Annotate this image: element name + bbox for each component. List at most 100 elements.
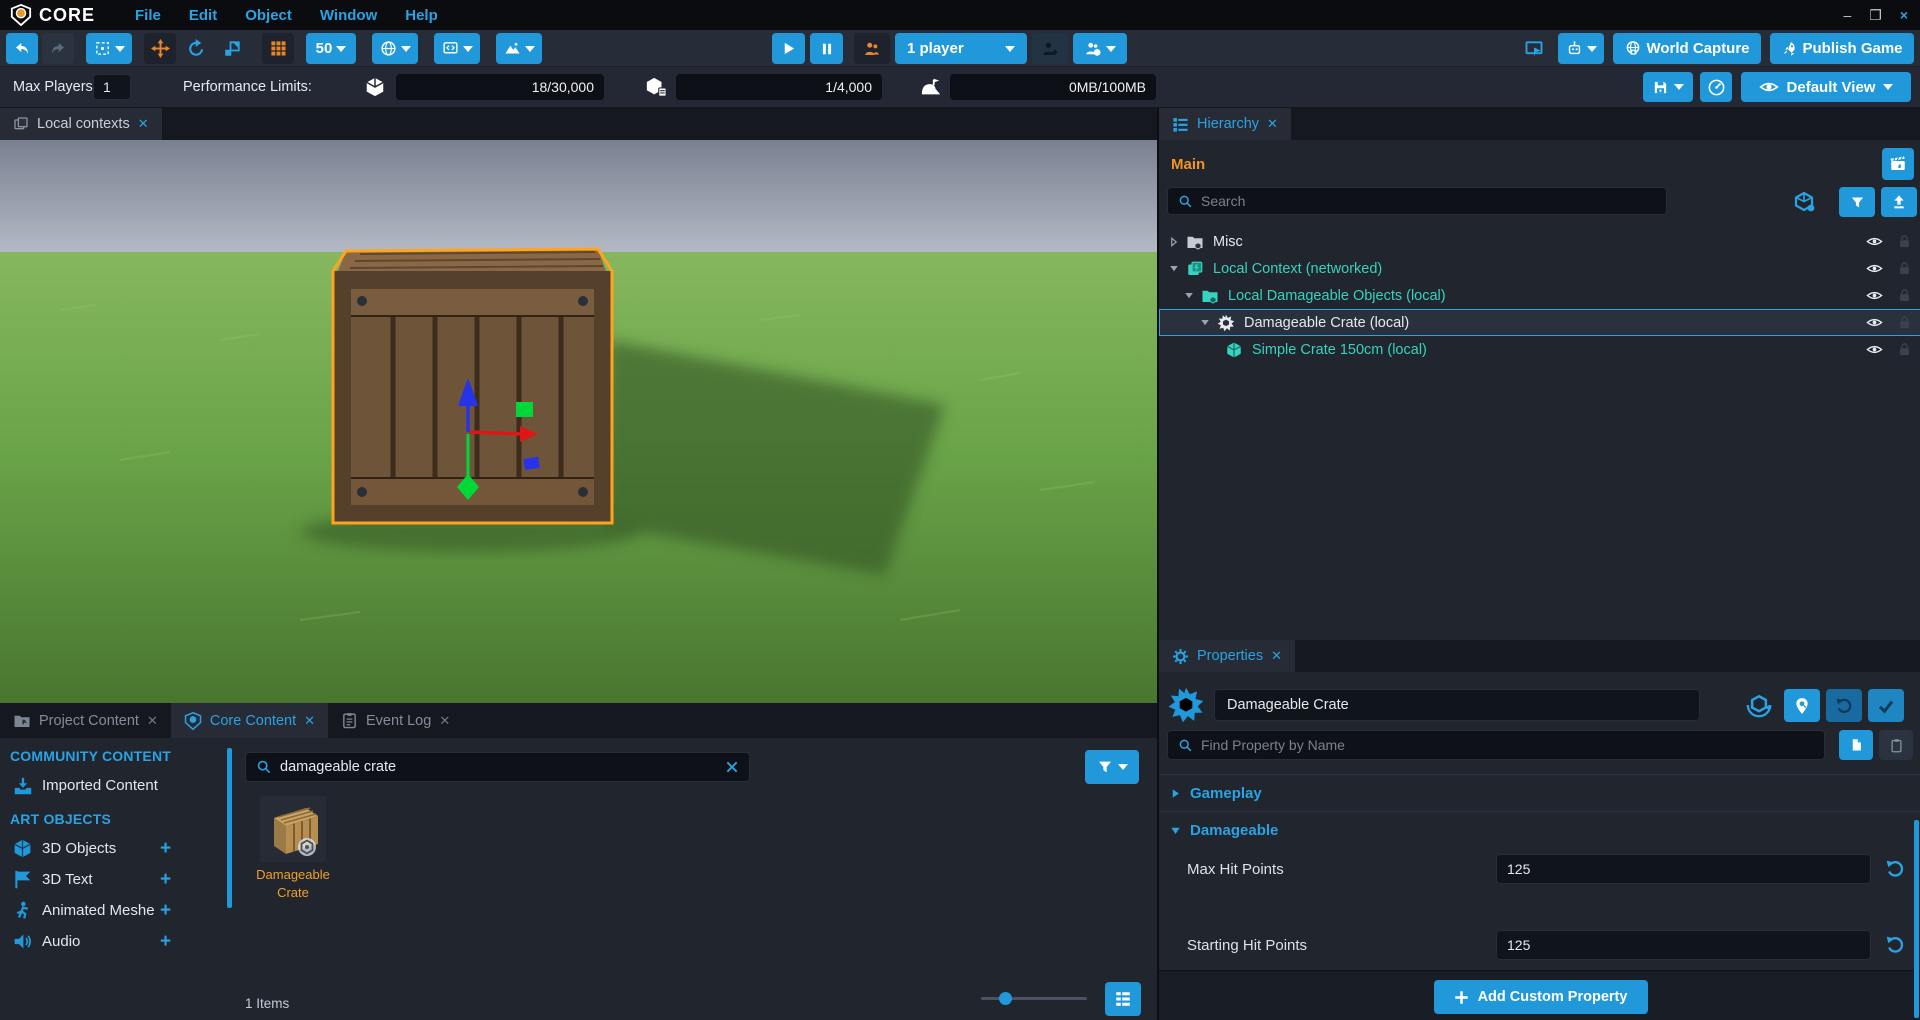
screen-mode-dropdown[interactable]	[434, 33, 480, 64]
terrain-dropdown[interactable]	[496, 33, 542, 64]
hierarchy-export-button[interactable]	[1881, 187, 1917, 217]
local-contexts-close-icon[interactable]: ✕	[138, 116, 149, 132]
bot-tools-dropdown[interactable]	[1558, 33, 1604, 64]
player-count-dropdown[interactable]: 1 player	[895, 33, 1027, 64]
add-3d-text-button[interactable]: +	[160, 869, 171, 891]
minimize-button[interactable]: –	[1843, 7, 1851, 23]
performance-gauge-button[interactable]	[1700, 72, 1732, 102]
menu-window[interactable]: Window	[320, 7, 377, 24]
tab-event-log[interactable]: Event Log ✕	[328, 703, 463, 738]
snap-size-dropdown[interactable]: 50	[306, 33, 356, 64]
property-search-box[interactable]	[1167, 730, 1825, 760]
add-animated-meshes-button[interactable]: +	[160, 900, 171, 922]
tab-properties[interactable]: Properties ✕	[1159, 640, 1295, 672]
paste-properties-button[interactable]	[1879, 730, 1913, 760]
sidebar-item-imported-content[interactable]: Imported Content	[0, 770, 227, 801]
sidebar-item-3d-objects[interactable]: 3D Objects +	[0, 833, 227, 864]
property-search-input[interactable]	[1201, 737, 1814, 753]
lock-icon[interactable]	[1897, 261, 1912, 276]
copy-properties-button[interactable]	[1839, 730, 1873, 760]
networked-object-icon[interactable]	[1744, 690, 1774, 720]
visibility-eye-icon[interactable]	[1866, 260, 1883, 277]
apply-button[interactable]	[1868, 689, 1904, 722]
tab-local-contexts[interactable]: Local contexts ✕	[0, 108, 162, 140]
publish-game-button[interactable]: Publish Game	[1770, 33, 1914, 64]
player-settings-dropdown[interactable]	[1073, 33, 1127, 64]
multiplayer-preview-button[interactable]	[854, 33, 890, 64]
expand-arrow-expanded-icon[interactable]	[1199, 317, 1211, 329]
hierarchy-search-input[interactable]	[1201, 193, 1656, 209]
menu-help[interactable]: Help	[405, 7, 438, 24]
tree-row-simple-crate[interactable]: Simple Crate 150cm (local)	[1159, 336, 1920, 363]
lock-icon[interactable]	[1897, 234, 1912, 249]
revert-button[interactable]	[1826, 689, 1862, 722]
grid-snap-button[interactable]	[262, 33, 294, 64]
expand-arrow-collapsed-icon[interactable]	[1168, 236, 1180, 248]
tree-row-misc[interactable]: Misc	[1159, 228, 1920, 255]
sidebar-item-animated-meshes[interactable]: Animated Meshes +	[0, 895, 227, 926]
max-hit-points-input[interactable]	[1496, 854, 1871, 884]
asset-card-damageable-crate[interactable]: Damageable Crate	[250, 796, 336, 902]
template-cube-icon[interactable]	[1793, 190, 1817, 214]
project-content-close-icon[interactable]: ✕	[147, 713, 158, 729]
gizmo-plane-handle-blue[interactable]	[523, 457, 539, 470]
visibility-eye-icon[interactable]	[1866, 287, 1883, 304]
undo-button[interactable]	[6, 33, 38, 64]
asset-filter-dropdown[interactable]	[1085, 750, 1139, 784]
properties-scrollbar[interactable]	[1914, 820, 1919, 1018]
tree-row-damageable-crate[interactable]: Damageable Crate (local)	[1159, 309, 1920, 336]
visibility-eye-icon[interactable]	[1866, 233, 1883, 250]
visibility-eye-icon[interactable]	[1866, 341, 1883, 358]
lock-icon[interactable]	[1897, 288, 1912, 303]
redo-button[interactable]	[42, 33, 74, 64]
grid-view-button[interactable]	[1105, 982, 1141, 1016]
gizmo-plane-handle-green[interactable]	[516, 402, 533, 417]
world-capture-button[interactable]: World Capture	[1613, 33, 1761, 64]
starting-hit-points-input[interactable]	[1496, 930, 1871, 960]
default-view-dropdown[interactable]: Default View	[1741, 72, 1911, 102]
tab-project-content[interactable]: Project Content ✕	[0, 703, 171, 738]
viewport-3d-scene[interactable]	[0, 140, 1157, 703]
event-log-close-icon[interactable]: ✕	[439, 713, 450, 729]
save-dropdown[interactable]	[1643, 72, 1693, 102]
find-in-scene-button[interactable]	[1784, 689, 1820, 722]
world-settings-dropdown[interactable]	[372, 33, 418, 64]
close-button[interactable]: ×	[1900, 7, 1908, 23]
properties-close-icon[interactable]: ✕	[1271, 648, 1282, 664]
visibility-eye-icon[interactable]	[1866, 314, 1883, 331]
play-button[interactable]	[772, 33, 805, 64]
object-name-input[interactable]	[1214, 689, 1700, 721]
lock-icon[interactable]	[1897, 315, 1912, 330]
tree-row-local-damageable-objects[interactable]: Local Damageable Objects (local)	[1159, 282, 1920, 309]
sidebar-item-3d-text[interactable]: 3D Text +	[0, 864, 227, 895]
add-3d-objects-button[interactable]: +	[160, 838, 171, 860]
section-gameplay[interactable]: Gameplay	[1159, 776, 1920, 810]
expand-arrow-expanded-icon[interactable]	[1168, 263, 1180, 275]
reset-property-icon[interactable]	[1885, 859, 1905, 879]
menu-object[interactable]: Object	[245, 7, 292, 24]
tab-core-content[interactable]: Core Content ✕	[171, 703, 328, 738]
add-custom-property-button[interactable]: Add Custom Property	[1434, 980, 1648, 1014]
menu-edit[interactable]: Edit	[189, 7, 217, 24]
move-tool-button[interactable]	[144, 33, 176, 64]
clear-search-icon[interactable]	[725, 760, 739, 774]
tab-hierarchy[interactable]: Hierarchy ✕	[1159, 108, 1291, 140]
add-player-button[interactable]	[1032, 33, 1068, 64]
section-damageable[interactable]: Damageable	[1159, 813, 1920, 847]
pause-button[interactable]	[810, 33, 843, 64]
screen-share-button[interactable]	[1519, 33, 1549, 64]
max-players-input[interactable]	[93, 74, 131, 100]
add-audio-button[interactable]: +	[160, 931, 171, 953]
asset-search-input[interactable]	[280, 759, 717, 775]
rotate-tool-button[interactable]	[180, 33, 212, 64]
select-tool-button[interactable]	[86, 33, 132, 64]
hierarchy-close-icon[interactable]: ✕	[1267, 116, 1278, 132]
tree-row-local-context[interactable]: Local Context (networked)	[1159, 255, 1920, 282]
restore-button[interactable]: ❐	[1869, 7, 1882, 24]
slider-knob[interactable]	[999, 992, 1012, 1005]
expand-arrow-expanded-icon[interactable]	[1183, 290, 1195, 302]
hierarchy-filter-button[interactable]	[1839, 187, 1875, 217]
menu-file[interactable]: File	[135, 7, 161, 24]
sidebar-item-audio[interactable]: Audio +	[0, 926, 227, 957]
thumbnail-size-slider[interactable]	[981, 997, 1087, 1000]
